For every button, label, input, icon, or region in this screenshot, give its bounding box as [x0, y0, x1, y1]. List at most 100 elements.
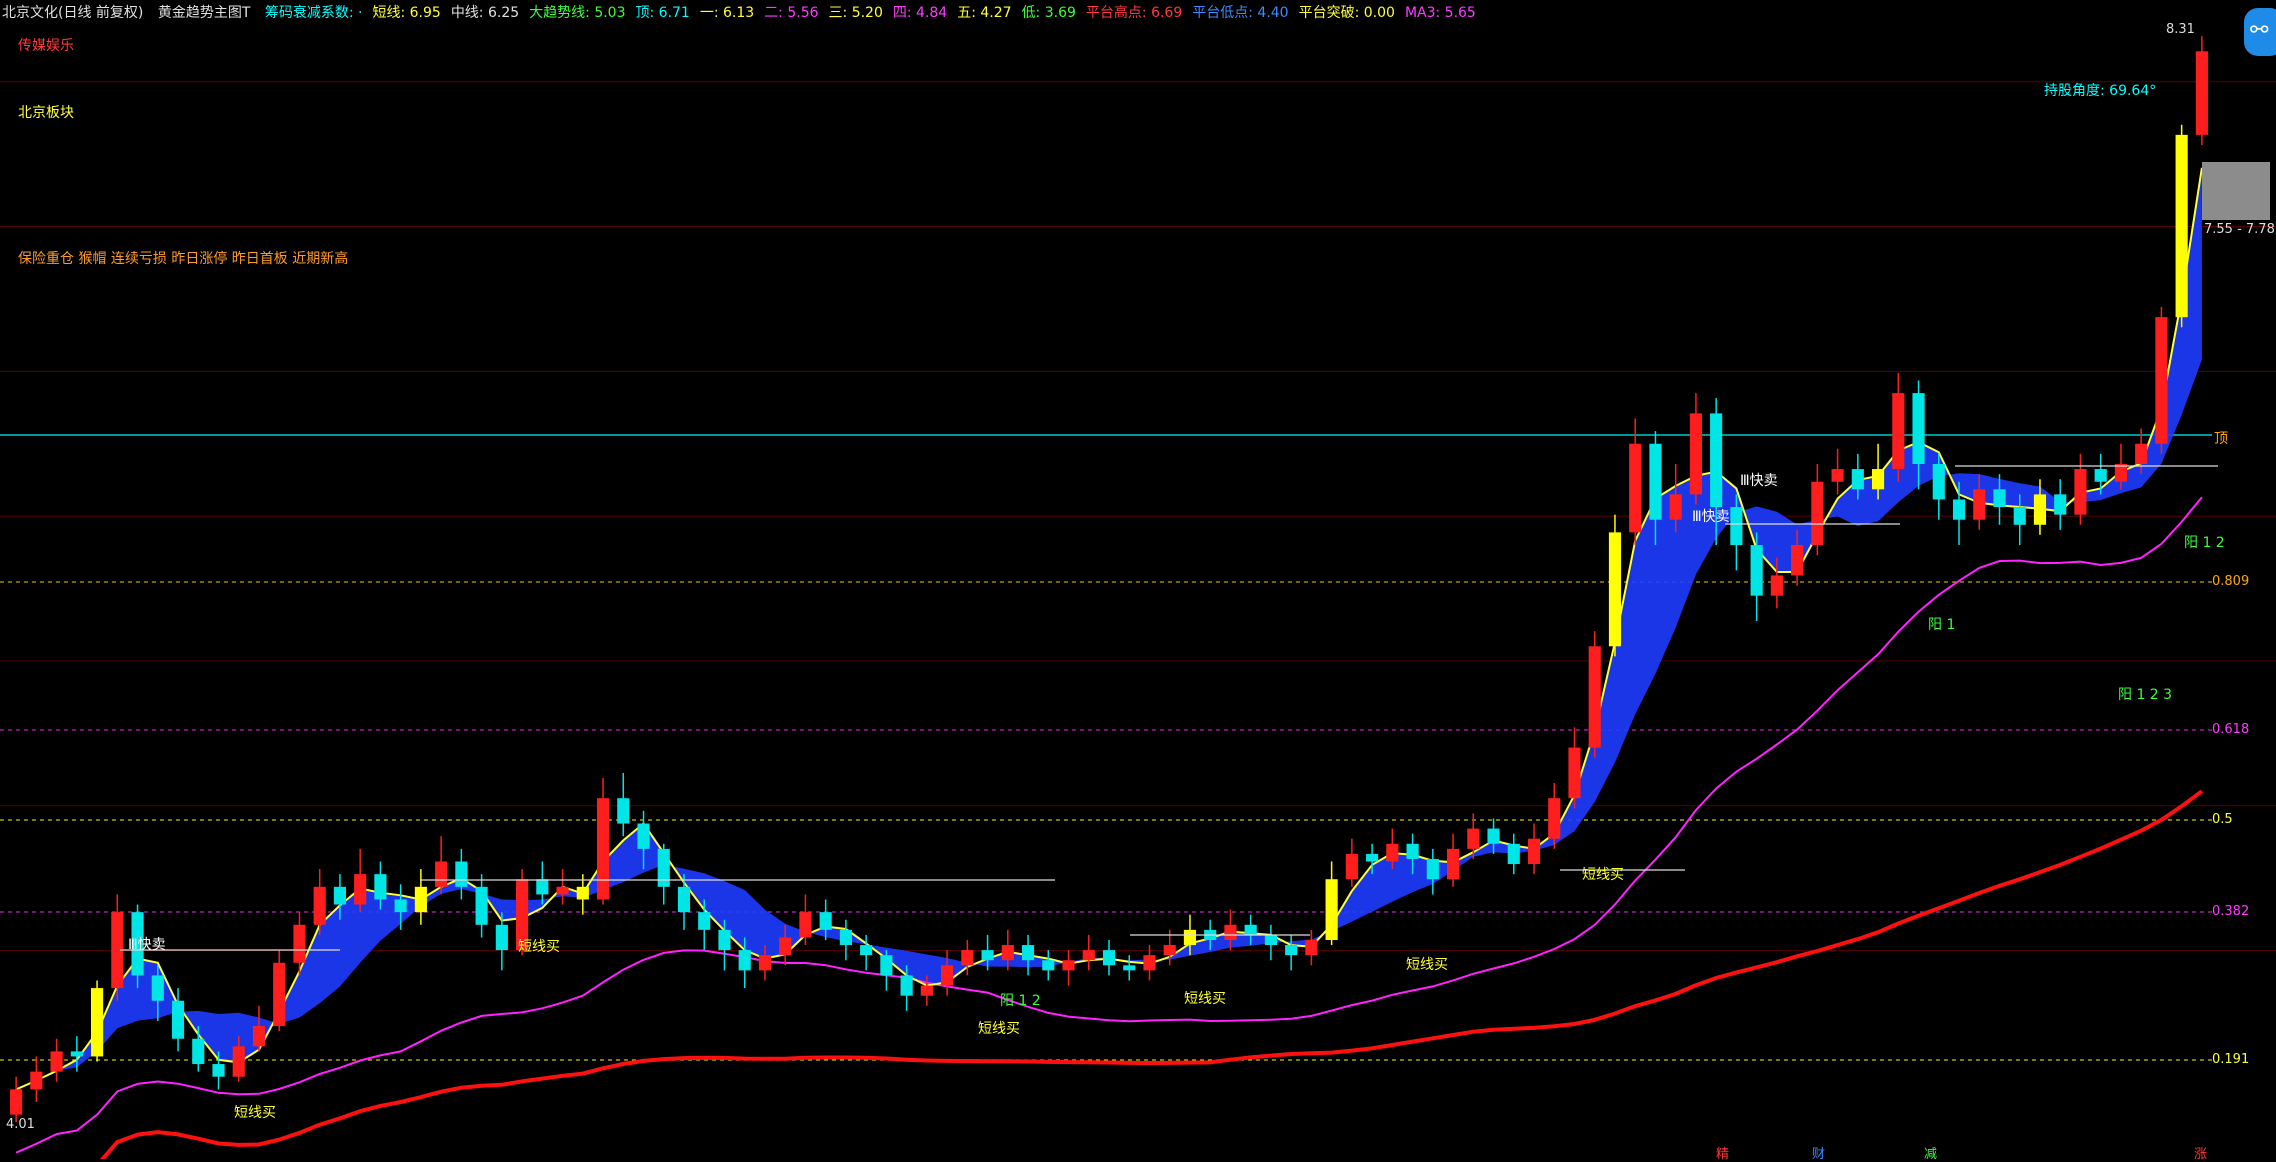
candle-body [212, 1064, 225, 1077]
candle-body [1750, 545, 1763, 596]
fib-level-0809: 0.809 [2212, 574, 2250, 589]
candle-body [495, 924, 508, 951]
link-button[interactable]: ⚯ [2244, 8, 2276, 56]
price-high-label: 8.31 [2166, 22, 2195, 37]
signal-short-buy-5: 短线买 [1406, 957, 1448, 973]
concept-label-3: 保险重仓 猴帽 连续亏损 昨日涨停 昨日首板 近期新高 [18, 251, 349, 267]
candle-body [1993, 489, 2006, 508]
candle-body [1912, 393, 1925, 465]
candle-body [2135, 443, 2148, 465]
candlestick-chart[interactable] [0, 0, 2276, 1159]
signal-yang-2: 阳 1 2 3 [2118, 687, 2173, 703]
candle-body [799, 912, 812, 938]
candle-body [1629, 443, 1642, 533]
link-icon: ⚯ [2250, 18, 2269, 43]
candle-body [1467, 828, 1480, 849]
candle-body [617, 798, 630, 824]
candle-body [394, 899, 407, 913]
candle-body [2054, 494, 2067, 515]
candle-body [354, 874, 367, 905]
candle-body [1143, 955, 1156, 971]
bottom-tag-1[interactable]: 精 [1716, 1143, 1729, 1162]
candle-body [961, 950, 974, 966]
candle-body [1952, 499, 1966, 520]
candle-body [1183, 929, 1197, 946]
candle-body [2114, 464, 2127, 482]
candle-body [374, 874, 387, 900]
candle-body [1123, 965, 1136, 971]
candle-body [1062, 960, 1075, 971]
candle-body [1285, 945, 1298, 956]
candle-body [435, 861, 448, 887]
candle-body [1507, 843, 1520, 865]
candle-body [1021, 945, 1035, 961]
candle-body [819, 912, 832, 930]
candle-body [2074, 469, 2087, 515]
candle-body [1163, 945, 1176, 956]
candle-body [2175, 134, 2188, 318]
candle-body [232, 1046, 245, 1077]
candle-body [1446, 848, 1460, 880]
candle-body [556, 886, 569, 895]
candle-body [1811, 481, 1824, 546]
signal-short-buy-4: 短线买 [1184, 991, 1226, 1007]
candle-body [1042, 960, 1055, 971]
candle-body [1608, 532, 1622, 647]
bottom-tag-3[interactable]: 减 [1924, 1143, 1937, 1162]
candle-body [657, 848, 670, 887]
candle-body [2033, 494, 2047, 525]
candle-body [1669, 494, 1682, 520]
concept-label-1: 传媒娱乐 [18, 38, 74, 54]
candle-body [333, 886, 347, 905]
fib-level-0382: 0.382 [2212, 904, 2250, 919]
signal-short-buy-3: 短线买 [978, 1021, 1020, 1037]
candle-body [1932, 464, 1945, 500]
signal-yang-1: 阳 1 2 [1000, 993, 1041, 1009]
candle-body [1224, 924, 1237, 940]
candle-body [1001, 945, 1014, 961]
candle-body [252, 1026, 266, 1047]
candle-body [981, 950, 994, 961]
candle-body [698, 912, 711, 930]
candle-body [1548, 798, 1561, 839]
candle-body [1689, 413, 1702, 495]
candle-body [596, 798, 610, 900]
concept-label-2: 北京板块 [18, 105, 74, 121]
price-range-label: 7.55 - 7.78 [2204, 222, 2275, 237]
candle-body [1406, 843, 1419, 859]
fib-level-0191: 0.191 [2212, 1052, 2250, 1067]
candle-body [860, 945, 873, 956]
candle-body [313, 886, 326, 925]
candle-body [2155, 317, 2168, 444]
signal-fast-sell-2: Ⅲ快卖 [1692, 509, 1730, 525]
fib-level-0618: 0.618 [2212, 722, 2250, 737]
candle-body [1770, 575, 1783, 596]
candle-body [1892, 393, 1905, 470]
signal-short-buy-6: 短线买 [1582, 867, 1624, 883]
candle-body [2094, 469, 2107, 482]
candle-body [1305, 939, 1318, 956]
signal-short-buy-2: 短线买 [518, 939, 560, 955]
candle-body [941, 965, 954, 986]
candle-body [1568, 747, 1581, 799]
candle-body [273, 962, 286, 1027]
bottom-tag-2[interactable]: 财 [1812, 1143, 1825, 1162]
candle-body [1244, 924, 1257, 935]
candle-body [1710, 413, 1723, 508]
candle-body [2195, 51, 2208, 135]
candle-body [576, 886, 589, 900]
candle-body [900, 975, 913, 996]
candle-body [414, 886, 427, 913]
signal-fast-sell-1: Ⅲ快卖 [128, 937, 166, 953]
candle-body [1082, 950, 1095, 961]
bottom-tag-4[interactable]: 涨 [2194, 1143, 2207, 1162]
candle-body [1264, 934, 1277, 946]
candle-body [1487, 828, 1500, 844]
candle-body [1649, 443, 1662, 520]
candle-body [880, 955, 893, 976]
candle-body [455, 861, 468, 887]
candle-body [1426, 858, 1439, 880]
candle-body [1730, 507, 1743, 546]
candle-body [718, 929, 731, 951]
price-range-box [2202, 162, 2270, 220]
